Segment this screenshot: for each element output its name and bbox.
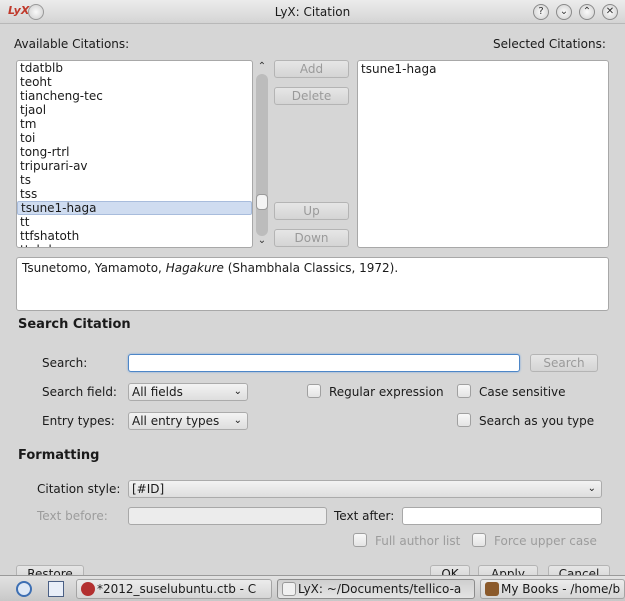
help-icon[interactable]: ? <box>533 4 549 20</box>
full-author-list-checkbox[interactable] <box>353 533 367 547</box>
entry-types-select[interactable]: All entry types ⌄ <box>128 412 248 430</box>
calendar-launcher-icon[interactable] <box>48 581 64 597</box>
cherrytree-icon <box>81 582 95 596</box>
citation-style-value: [#ID] <box>132 482 165 496</box>
citation-style-select[interactable]: [#ID] ⌄ <box>128 480 602 498</box>
citation-info-box: Tsunetomo, Yamamoto, Hagakure (Shambhala… <box>16 257 609 311</box>
search-citation-heading: Search Citation <box>18 317 131 332</box>
window-title: LyX: Citation <box>274 5 351 19</box>
regex-label: Regular expression <box>329 385 444 399</box>
case-sensitive-label: Case sensitive <box>479 385 566 399</box>
citation-list-item[interactable]: teoht <box>17 75 252 89</box>
task-tellico[interactable]: My Books - /home/b <box>480 579 625 599</box>
citation-list-item[interactable]: tjaol <box>17 103 252 117</box>
taskbar: *2012_suselubuntu.ctb - C LyX: ~/Documen… <box>0 575 625 601</box>
entry-types-value: All entry types <box>132 414 220 428</box>
search-as-you-type-label: Search as you type <box>479 414 595 428</box>
citation-list-item[interactable]: ttfshatoth <box>17 229 252 243</box>
citation-list-item[interactable]: tripurari-av <box>17 159 252 173</box>
available-citations-label: Available Citations: <box>14 37 130 51</box>
info-title: Hagakure <box>165 261 224 275</box>
citation-list-item[interactable]: ts <box>17 173 252 187</box>
citation-style-label: Citation style: <box>37 482 121 496</box>
selected-citations-list[interactable]: tsune1-haga <box>357 60 609 248</box>
text-before-input[interactable] <box>128 507 327 525</box>
up-button[interactable]: Up <box>274 202 349 220</box>
search-input[interactable] <box>128 354 520 372</box>
available-citations-list[interactable]: tdatblb teoht tiancheng-tec tjaol tm toi tong-… <box>16 60 253 248</box>
search-button[interactable]: Search <box>530 354 598 372</box>
delete-button[interactable]: Delete <box>274 87 349 105</box>
citation-list-item[interactable]: tm <box>17 117 252 131</box>
available-list-scrollbar[interactable]: ⌃ ⌄ <box>254 61 270 247</box>
title-bar: LyX LyX: Citation ? ⌄ ⌃ ✕ <box>0 0 625 24</box>
maximize-icon[interactable]: ⌃ <box>579 4 595 20</box>
close-icon[interactable]: ✕ <box>602 4 618 20</box>
minimize-icon[interactable]: ⌄ <box>556 4 572 20</box>
browser-launcher-icon[interactable] <box>16 581 32 597</box>
chevron-down-icon: ⌄ <box>233 415 242 426</box>
citation-list-item[interactable]: tsune1-haga <box>17 201 252 215</box>
lyx-icon <box>282 582 296 596</box>
search-as-you-type-checkbox[interactable] <box>457 413 471 427</box>
entry-types-label: Entry types: <box>42 414 115 428</box>
full-author-list-label: Full author list <box>375 534 461 548</box>
down-button[interactable]: Down <box>274 229 349 247</box>
text-after-input[interactable] <box>402 507 602 525</box>
citation-list-item[interactable]: tt <box>17 215 252 229</box>
task-label: My Books - /home/b <box>501 582 621 596</box>
case-sensitive-checkbox[interactable] <box>457 384 471 398</box>
chevron-down-icon: ⌄ <box>233 386 242 397</box>
search-field-select[interactable]: All fields ⌄ <box>128 383 248 401</box>
citation-list-item[interactable]: tdatblb <box>17 61 252 75</box>
citation-list-item[interactable]: toi <box>17 131 252 145</box>
citation-list-item[interactable]: ttybd <box>17 243 252 247</box>
search-field-value: All fields <box>132 385 183 399</box>
text-after-label: Text after: <box>334 509 395 523</box>
tellico-books-icon <box>485 582 499 596</box>
search-label: Search: <box>42 356 88 370</box>
selected-citation-item[interactable]: tsune1-haga <box>358 62 608 76</box>
citation-list-item[interactable]: tss <box>17 187 252 201</box>
scroll-track[interactable] <box>256 74 268 236</box>
scroll-up-arrow-icon[interactable]: ⌃ <box>254 61 270 73</box>
scroll-down-arrow-icon[interactable]: ⌄ <box>254 235 270 247</box>
add-button[interactable]: Add <box>274 60 349 78</box>
task-lyx[interactable]: LyX: ~/Documents/tellico-a <box>277 579 475 599</box>
scroll-thumb[interactable] <box>256 194 268 210</box>
citation-list-item[interactable]: tong-rtrl <box>17 145 252 159</box>
search-field-label: Search field: <box>42 385 117 399</box>
task-label: LyX: ~/Documents/tellico-a <box>298 582 462 596</box>
selected-citations-label: Selected Citations: <box>493 37 606 51</box>
chevron-down-icon: ⌄ <box>587 483 596 494</box>
regex-checkbox[interactable] <box>307 384 321 398</box>
text-before-label: Text before: <box>37 509 108 523</box>
citation-list-item[interactable]: tiancheng-tec <box>17 89 252 103</box>
task-label: *2012_suselubuntu.ctb - C <box>97 582 257 596</box>
force-upper-case-label: Force upper case <box>494 534 597 548</box>
info-publisher: (Shambhala Classics, 1972). <box>223 261 399 275</box>
force-upper-case-checkbox[interactable] <box>472 533 486 547</box>
formatting-heading: Formatting <box>18 448 100 463</box>
task-cherrytree[interactable]: *2012_suselubuntu.ctb - C <box>76 579 272 599</box>
info-author: Tsunetomo, Yamamoto, <box>22 261 166 275</box>
